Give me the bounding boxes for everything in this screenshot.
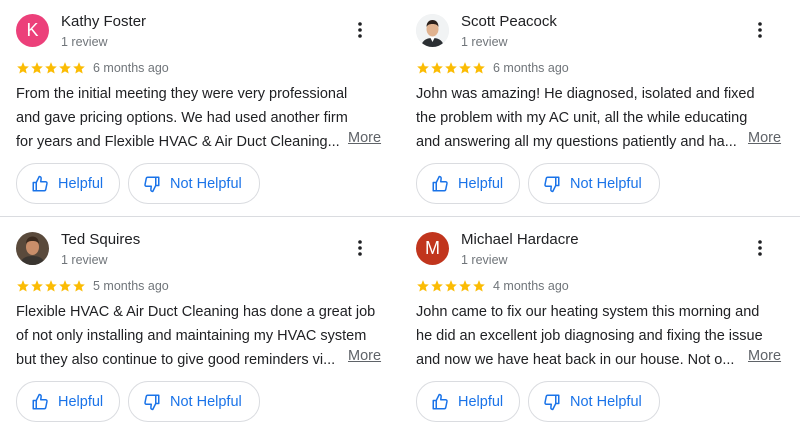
star-rating: [416, 61, 486, 75]
avatar[interactable]: [416, 14, 449, 47]
review-text-line: John was amazing! He diagnosed, isolated…: [416, 86, 755, 102]
more-options-icon[interactable]: [752, 18, 768, 42]
avatar[interactable]: K: [16, 14, 49, 47]
review-age: 6 months ago: [93, 61, 169, 75]
avatar[interactable]: M: [416, 232, 449, 265]
review-text-line: he did an excellent job diagnosing and f…: [416, 328, 763, 344]
not-helpful-label: Not Helpful: [170, 393, 242, 410]
review-card: M Michael Hardacre 1 review 4 months ago…: [400, 218, 800, 436]
star-icon: [45, 280, 57, 292]
more-link[interactable]: More: [748, 348, 781, 364]
review-count: 1 review: [61, 253, 108, 267]
star-icon: [473, 280, 485, 292]
avatar-letter: M: [425, 238, 440, 258]
thumbs-down-icon: [544, 394, 560, 410]
helpful-button[interactable]: Helpful: [416, 163, 520, 204]
not-helpful-label: Not Helpful: [170, 175, 242, 192]
star-icon: [31, 62, 43, 74]
person-photo-icon: [16, 232, 49, 265]
more-link[interactable]: More: [348, 348, 381, 364]
more-options-icon[interactable]: [752, 236, 768, 260]
helpful-button[interactable]: Helpful: [416, 381, 520, 422]
person-photo-icon: [416, 14, 449, 47]
star-icon: [459, 280, 471, 292]
star-icon: [445, 280, 457, 292]
star-icon: [431, 62, 443, 74]
star-icon: [459, 62, 471, 74]
review-text-line: the problem with my AC unit, all the whi…: [416, 110, 748, 126]
review-text-line: and gave pricing options. We had used an…: [16, 110, 348, 126]
review-count: 1 review: [61, 35, 108, 49]
review-text-line: of not only installing and maintaining m…: [16, 328, 367, 344]
star-icon: [445, 62, 457, 74]
review-text: John came to fix our heating system this…: [416, 300, 766, 372]
not-helpful-button[interactable]: Not Helpful: [528, 163, 660, 204]
reviewer-name[interactable]: Michael Hardacre: [461, 231, 579, 248]
thumbs-down-icon: [144, 176, 160, 192]
review-text-line: John came to fix our heating system this…: [416, 304, 760, 320]
not-helpful-button[interactable]: Not Helpful: [128, 381, 260, 422]
star-icon: [73, 62, 85, 74]
review-text-line: Flexible HVAC & Air Duct Cleaning has do…: [16, 304, 376, 320]
helpful-button[interactable]: Helpful: [16, 163, 120, 204]
reviewer-name[interactable]: Ted Squires: [61, 231, 140, 248]
reviewer-name[interactable]: Kathy Foster: [61, 13, 146, 30]
helpful-label: Helpful: [58, 175, 104, 192]
more-link[interactable]: More: [348, 130, 381, 146]
review-count: 1 review: [461, 253, 508, 267]
not-helpful-label: Not Helpful: [570, 393, 642, 410]
review-text-line: From the initial meeting they were very …: [16, 86, 348, 102]
star-rating: [16, 279, 86, 293]
review-card: Scott Peacock 1 review 6 months ago John…: [400, 0, 800, 218]
review-card: K Kathy Foster 1 review 6 months ago Fro…: [0, 0, 400, 218]
thumbs-up-icon: [432, 393, 448, 409]
review-text: Flexible HVAC & Air Duct Cleaning has do…: [16, 300, 376, 372]
star-icon: [59, 62, 71, 74]
review-text-line: and now we have heat back in our house. …: [416, 352, 735, 368]
star-icon: [59, 280, 71, 292]
review-age: 4 months ago: [493, 279, 569, 293]
thumbs-down-icon: [144, 394, 160, 410]
helpful-label: Helpful: [458, 393, 504, 410]
review-text: John was amazing! He diagnosed, isolated…: [416, 82, 766, 154]
star-rating: [416, 279, 486, 293]
star-rating: [16, 61, 86, 75]
thumbs-down-icon: [544, 176, 560, 192]
review-age: 5 months ago: [93, 279, 169, 293]
star-icon: [417, 280, 429, 292]
not-helpful-button[interactable]: Not Helpful: [128, 163, 260, 204]
star-icon: [17, 62, 29, 74]
more-options-icon[interactable]: [352, 236, 368, 260]
reviewer-name[interactable]: Scott Peacock: [461, 13, 557, 30]
helpful-label: Helpful: [458, 175, 504, 192]
thumbs-up-icon: [32, 393, 48, 409]
star-icon: [473, 62, 485, 74]
thumbs-up-icon: [32, 175, 48, 191]
not-helpful-label: Not Helpful: [570, 175, 642, 192]
review-card: Ted Squires 1 review 5 months ago Flexib…: [0, 218, 400, 436]
star-icon: [45, 62, 57, 74]
review-text-line: and answering all my questions patiently…: [416, 134, 737, 150]
star-icon: [31, 280, 43, 292]
review-text-line: for years and Flexible HVAC & Air Duct C…: [16, 134, 340, 150]
star-icon: [73, 280, 85, 292]
review-age: 6 months ago: [493, 61, 569, 75]
review-text: From the initial meeting they were very …: [16, 82, 366, 154]
not-helpful-button[interactable]: Not Helpful: [528, 381, 660, 422]
more-link[interactable]: More: [748, 130, 781, 146]
avatar-letter: K: [26, 20, 39, 40]
star-icon: [17, 280, 29, 292]
avatar[interactable]: [16, 232, 49, 265]
thumbs-up-icon: [432, 175, 448, 191]
more-options-icon[interactable]: [352, 18, 368, 42]
review-count: 1 review: [461, 35, 508, 49]
star-icon: [431, 280, 443, 292]
helpful-button[interactable]: Helpful: [16, 381, 120, 422]
review-text-line: but they also continue to give good remi…: [16, 352, 336, 368]
helpful-label: Helpful: [58, 393, 104, 410]
star-icon: [417, 62, 429, 74]
